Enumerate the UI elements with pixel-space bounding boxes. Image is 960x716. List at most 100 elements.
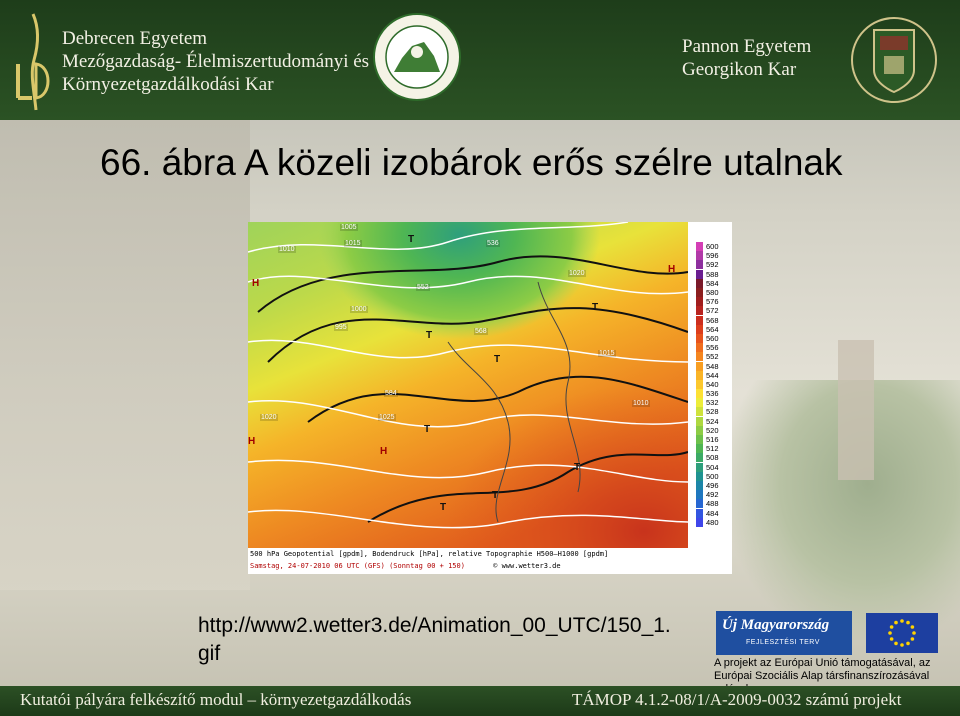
legend-swatch	[696, 288, 703, 298]
legend-value: 496	[706, 480, 719, 490]
legend-row: 556	[696, 343, 730, 353]
low-pressure-symbol: T	[408, 234, 415, 245]
legend-swatch	[696, 324, 703, 334]
legend-value: 512	[706, 444, 719, 454]
legend-row: 524	[696, 416, 730, 426]
legend-swatch	[696, 297, 703, 307]
legend-value: 572	[706, 306, 719, 316]
legend-row: 596	[696, 251, 730, 261]
legend-swatch	[696, 416, 703, 426]
low-pressure-symbol: T	[492, 490, 499, 501]
legend-swatch	[696, 480, 703, 490]
eu-star-icon	[912, 631, 916, 635]
legend-value: 552	[706, 352, 719, 362]
legend-swatch	[696, 352, 703, 362]
legend-swatch	[696, 389, 703, 399]
isobar-label: 1020	[260, 414, 278, 421]
footer-module-text: Kutatói pályára felkészítő modul – körny…	[20, 690, 412, 709]
eu-star-icon	[888, 631, 892, 635]
isobar-label: 1005	[340, 224, 358, 231]
eu-star-icon	[906, 620, 910, 625]
slide-title: 66. ábra A közeli izobárok erős szélre u…	[100, 142, 843, 183]
legend-value: 568	[706, 315, 719, 325]
legend-row: 516	[696, 435, 730, 445]
legend-value: 564	[706, 324, 719, 334]
isobar-label: 995	[334, 324, 348, 331]
eu-logo-bar: Új Magyarország FEJLESZTÉSI TERV	[716, 611, 942, 655]
legend-swatch	[696, 260, 703, 270]
legend-value: 580	[706, 288, 719, 298]
legend-swatch	[696, 517, 703, 527]
legend-value: 500	[706, 471, 719, 481]
map-caption-line1: 500 hPa Geopotential [gpdm], Bodendruck …	[250, 550, 609, 558]
university-seal-logo	[373, 13, 461, 101]
legend-row: 500	[696, 471, 730, 481]
legend-value: 504	[706, 462, 719, 472]
legend-row: 564	[696, 324, 730, 334]
legend-row: 536	[696, 389, 730, 399]
legend-value: 556	[706, 343, 719, 353]
legend-row: 568	[696, 315, 730, 325]
low-pressure-symbol: T	[574, 462, 581, 473]
low-pressure-symbol: T	[592, 302, 599, 313]
legend-value: 592	[706, 260, 719, 270]
legend-value: 492	[706, 490, 719, 500]
legend-row: 552	[696, 352, 730, 362]
legend-swatch	[696, 315, 703, 325]
legend-swatch	[696, 343, 703, 353]
background-building	[0, 120, 250, 590]
legend-value: 528	[706, 407, 719, 417]
legend-swatch	[696, 425, 703, 435]
legend-swatch	[696, 361, 703, 371]
university-name: Debrecen Egyetem	[62, 28, 208, 49]
low-pressure-symbol: T	[440, 502, 447, 513]
legend-swatch	[696, 278, 703, 288]
legend-row: 532	[696, 398, 730, 408]
pannon-university-name: Pannon Egyetem	[682, 36, 812, 57]
legend-swatch	[696, 306, 703, 316]
legend-value: 584	[706, 278, 719, 288]
legend-row: 528	[696, 407, 730, 417]
legend-value: 516	[706, 435, 719, 445]
legend-row: 512	[696, 444, 730, 454]
low-pressure-symbol: T	[424, 424, 431, 435]
uj-magyarorszag-logo: Új Magyarország FEJLESZTÉSI TERV	[716, 611, 852, 655]
legend-row: 540	[696, 379, 730, 389]
legend-swatch	[696, 407, 703, 417]
faculty-name-2: Környezetgazdálkodási Kar	[62, 74, 274, 95]
legend-row: 504	[696, 462, 730, 472]
legend-value: 524	[706, 416, 719, 426]
background-tower	[838, 340, 874, 480]
isobar-label: 1025	[378, 414, 396, 421]
legend-swatch	[696, 508, 703, 518]
eu-star-icon	[910, 637, 915, 641]
eu-flag-icon	[866, 613, 938, 653]
legend-row: 572	[696, 306, 730, 316]
debrecen-logo	[16, 13, 50, 111]
header-banner: Debrecen Egyetem Mezőgazdaság- Élelmisze…	[0, 0, 960, 120]
legend-value: 536	[706, 389, 719, 399]
legend-value: 532	[706, 398, 719, 408]
color-legend: 600 596 592 588 584 580 576 572 568 564 560 556 552 5…	[696, 242, 730, 527]
legend-swatch	[696, 379, 703, 389]
isobar-label: 568	[474, 328, 488, 335]
legend-value: 596	[706, 251, 719, 261]
legend-swatch	[696, 435, 703, 445]
legend-row: 488	[696, 499, 730, 509]
legend-swatch	[696, 269, 703, 279]
map-caption-line2: Samstag, 24-07-2010 06 UTC (GFS) (Sonnta…	[250, 562, 465, 570]
eu-star-icon	[894, 620, 898, 625]
fejlesztesi-terv-text: FEJLESZTÉSI TERV	[746, 639, 820, 646]
legend-swatch	[696, 462, 703, 472]
legend-swatch	[696, 242, 703, 252]
isobar-label: 1015	[598, 350, 616, 357]
legend-value: 480	[706, 517, 719, 527]
legend-row: 576	[696, 297, 730, 307]
isobar-label: 536	[486, 240, 500, 247]
legend-row: 548	[696, 361, 730, 371]
legend-swatch	[696, 370, 703, 380]
legend-value: 508	[706, 453, 719, 463]
low-pressure-symbol: T	[426, 330, 433, 341]
legend-row: 588	[696, 269, 730, 279]
isobar-label: 552	[416, 284, 430, 291]
